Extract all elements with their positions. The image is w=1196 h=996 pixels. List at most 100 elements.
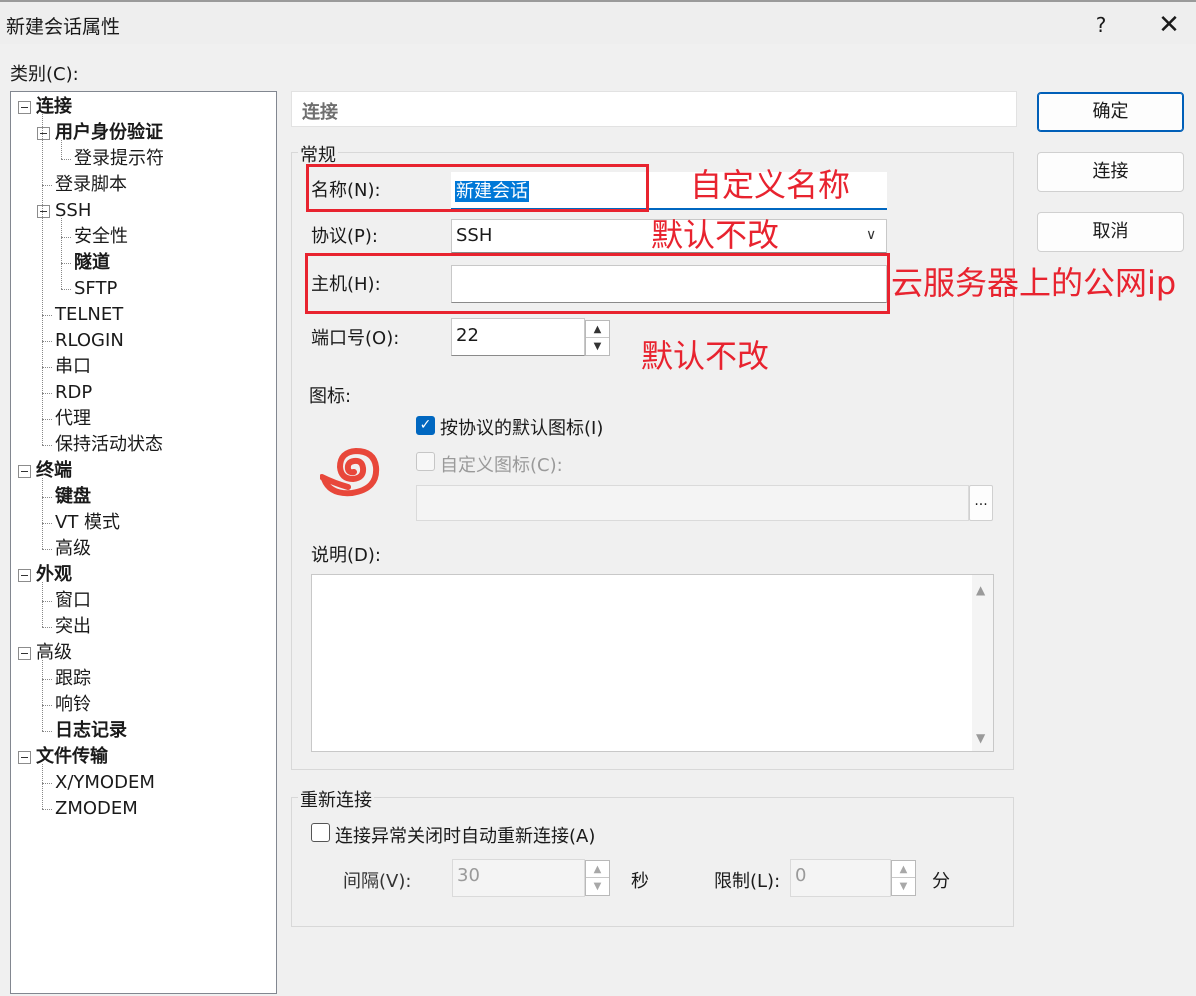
tree-connector <box>42 114 43 445</box>
icon-label: 图标: <box>309 386 352 407</box>
reconnect-group-title: 重新连接 <box>298 786 374 812</box>
stepper-down-icon[interactable]: ▼ <box>586 878 609 895</box>
tree-connector <box>42 367 52 368</box>
tree-item[interactable]: 串口 <box>55 354 91 380</box>
tree-connector <box>42 582 43 627</box>
tree-connector <box>42 478 43 549</box>
tree-connector <box>42 315 52 316</box>
protocol-annotation: 默认不改 <box>651 216 780 254</box>
port-annotation: 默认不改 <box>641 337 770 375</box>
tree-item[interactable]: 登录脚本 <box>55 172 127 198</box>
collapse-toggle-icon[interactable] <box>18 101 31 114</box>
tree-connector <box>61 159 71 160</box>
tree-connector <box>42 764 43 809</box>
ok-button[interactable]: 确定 <box>1037 92 1184 132</box>
close-button[interactable]: ✕ <box>1152 8 1186 42</box>
tree-item[interactable]: 突出 <box>55 614 91 640</box>
tree-item[interactable]: 隧道 <box>74 250 110 276</box>
custom-icon-label: 自定义图标(C): <box>440 455 563 476</box>
limit-input[interactable]: 0 <box>790 859 891 897</box>
collapse-toggle-icon[interactable] <box>37 205 50 218</box>
tree-connector <box>42 393 52 394</box>
scroll-down-icon[interactable]: ▼ <box>976 731 985 745</box>
stepper-up-icon[interactable]: ▲ <box>892 861 915 878</box>
tree-item[interactable]: 高级 <box>55 536 91 562</box>
stepper-up-icon[interactable]: ▲ <box>586 321 609 338</box>
auto-reconnect-checkbox[interactable] <box>311 823 330 842</box>
help-button[interactable]: ? <box>1086 10 1116 40</box>
stepper-up-icon[interactable]: ▲ <box>586 861 609 878</box>
port-input-value: 22 <box>456 325 479 346</box>
tree-item[interactable]: 代理 <box>55 406 91 432</box>
name-annotation: 自定义名称 <box>690 166 851 204</box>
collapse-toggle-icon[interactable] <box>18 647 31 660</box>
tree-item[interactable]: RDP <box>55 380 92 406</box>
tree-item[interactable]: ZMODEM <box>55 796 138 822</box>
tree-item[interactable]: VT 模式 <box>55 510 120 536</box>
stepper-down-icon[interactable]: ▼ <box>892 878 915 895</box>
default-icon-checkbox[interactable]: ✓ <box>416 416 435 435</box>
tree-item[interactable]: 安全性 <box>74 224 128 250</box>
port-label: 端口号(O): <box>311 328 400 349</box>
title-bar: 新建会话属性 ? ✕ <box>0 0 1196 44</box>
tree-item[interactable]: 键盘 <box>55 484 91 510</box>
tree-connector <box>42 731 52 732</box>
window-title: 新建会话属性 <box>6 16 121 38</box>
tree-connector <box>42 341 52 342</box>
description-scrollbar[interactable]: ▲ ▼ <box>972 575 993 751</box>
limit-label: 限制(L): <box>714 871 781 892</box>
tree-connector <box>42 419 52 420</box>
custom-icon-path-input[interactable] <box>416 485 969 521</box>
section-title: 连接 <box>302 102 338 123</box>
tree-connector <box>42 497 52 498</box>
protocol-label: 协议(P): <box>311 226 378 247</box>
tree-connector <box>42 783 52 784</box>
tree-item[interactable]: 文件传输 <box>36 744 108 770</box>
limit-unit: 分 <box>932 871 950 892</box>
tree-item[interactable]: 窗口 <box>55 588 91 614</box>
interval-value: 30 <box>457 865 480 886</box>
limit-stepper[interactable]: ▲ ▼ <box>891 860 916 896</box>
name-annotation-box <box>306 164 649 212</box>
tree-item[interactable]: RLOGIN <box>55 328 124 354</box>
tree-item[interactable]: 日志记录 <box>55 718 127 744</box>
description-label: 说明(D): <box>311 545 381 566</box>
interval-label: 间隔(V): <box>343 871 412 892</box>
connect-button[interactable]: 连接 <box>1037 152 1184 192</box>
chevron-down-icon: ∨ <box>866 227 877 243</box>
interval-stepper[interactable]: ▲ ▼ <box>585 860 610 896</box>
tree-connector <box>42 809 52 810</box>
category-tree[interactable]: 连接 用户身份验证 登录提示符 登录脚本 SSH 安全性 隧道 SFTP TELNET RLOGI… <box>10 91 277 994</box>
tree-connector <box>42 601 52 602</box>
collapse-toggle-icon[interactable] <box>18 569 31 582</box>
port-stepper[interactable]: ▲ ▼ <box>585 320 610 356</box>
collapse-toggle-icon[interactable] <box>37 127 50 140</box>
tree-connector <box>42 445 52 446</box>
tree-connector <box>42 549 52 550</box>
section-header: 连接 <box>291 91 1017 127</box>
browse-button[interactable]: ... <box>969 485 993 521</box>
tree-item[interactable]: SFTP <box>74 276 117 302</box>
auto-reconnect-label: 连接异常关闭时自动重新连接(A) <box>335 826 596 847</box>
tree-item[interactable]: 跟踪 <box>55 666 91 692</box>
tree-item[interactable]: 用户身份验证 <box>55 120 163 146</box>
description-textarea[interactable]: ▲ ▼ <box>311 574 994 752</box>
tree-connector <box>61 289 71 290</box>
tree-item[interactable]: 保持活动状态 <box>55 432 163 458</box>
collapse-toggle-icon[interactable] <box>18 751 31 764</box>
stepper-down-icon[interactable]: ▼ <box>586 338 609 355</box>
scroll-up-icon[interactable]: ▲ <box>976 583 985 597</box>
tree-connector <box>61 263 71 264</box>
host-annotation: 云服务器上的公网ip <box>891 264 1177 302</box>
tree-item[interactable]: TELNET <box>55 302 123 328</box>
interval-input[interactable]: 30 <box>452 859 585 897</box>
tree-item[interactable]: X/YMODEM <box>55 770 155 796</box>
protocol-select-value: SSH <box>456 225 493 246</box>
tree-item[interactable]: 响铃 <box>55 692 91 718</box>
cancel-button[interactable]: 取消 <box>1037 212 1184 252</box>
tree-item[interactable]: 登录提示符 <box>74 146 164 172</box>
port-input[interactable]: 22 <box>451 318 585 356</box>
collapse-toggle-icon[interactable] <box>18 465 31 478</box>
custom-icon-checkbox[interactable] <box>416 452 435 471</box>
tree-connector <box>42 660 43 731</box>
